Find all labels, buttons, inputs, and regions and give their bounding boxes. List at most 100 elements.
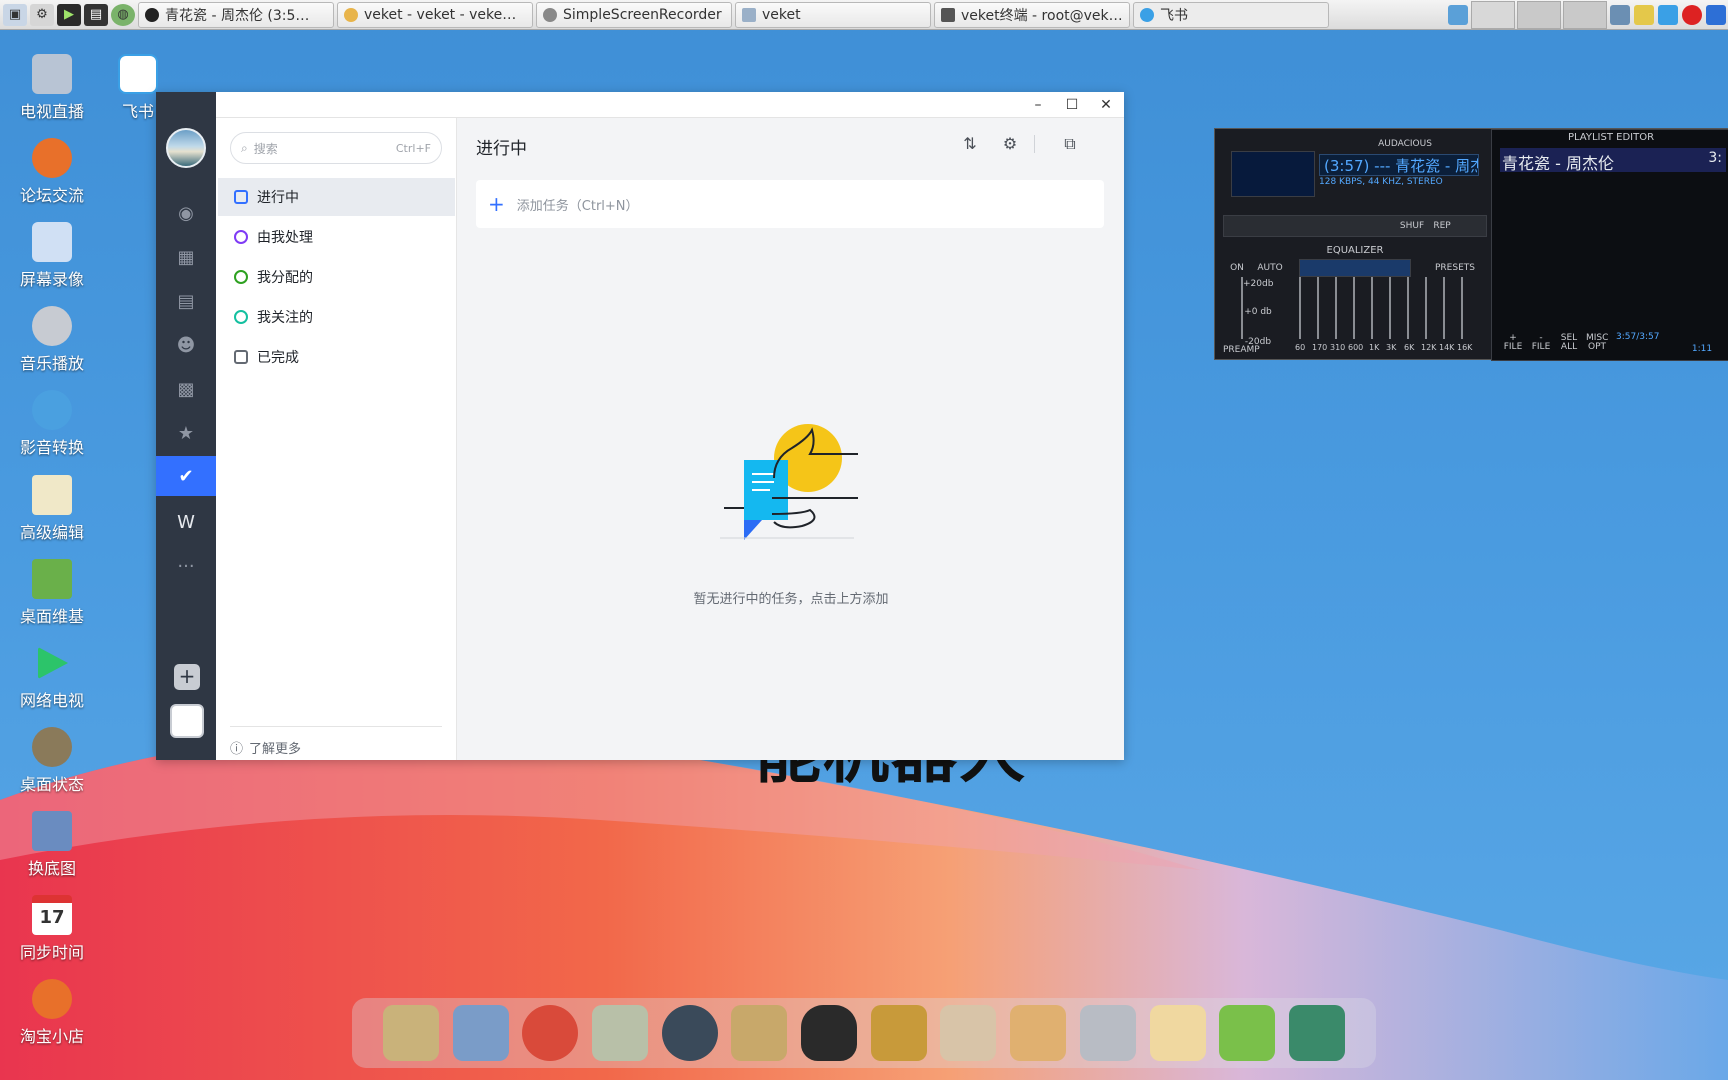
system-tray <box>1446 0 1728 30</box>
desktop-icon-forum[interactable]: 论坛交流 <box>7 138 97 206</box>
nav-item-following[interactable]: 我关注的 <box>218 298 455 336</box>
gear-icon[interactable]: ⚙ <box>998 132 1022 156</box>
workspace-pager-3[interactable] <box>1563 1 1607 29</box>
taskbar-task-feishu[interactable]: 飞书 <box>1133 1 1329 28</box>
desktop-icon-editor[interactable]: 高级编辑 <box>7 475 97 543</box>
chat-icon[interactable]: ◉ <box>156 193 216 233</box>
add-task-input[interactable]: + 添加任务（Ctrl+N） <box>476 180 1104 228</box>
taskbar-task-browser[interactable]: veket - veket - veke… <box>337 1 533 28</box>
desktop-icon-status[interactable]: 桌面状态 <box>7 727 97 795</box>
repeat-button[interactable]: REP <box>1427 221 1457 231</box>
eq-on-button[interactable]: ON <box>1227 263 1247 273</box>
workspace-pager-1[interactable] <box>1471 1 1515 29</box>
playlist-select-all-button[interactable]: SEL ALL <box>1558 334 1580 352</box>
eq-slider[interactable] <box>1371 277 1373 339</box>
taskbar-task-recorder[interactable]: SimpleScreenRecorder <box>536 1 732 28</box>
page-title: 进行中 <box>476 139 527 159</box>
usb-icon[interactable] <box>1079 1005 1136 1061</box>
playlist-item[interactable]: 青花瓷 - 周杰伦 <box>1502 150 1614 174</box>
eq-slider[interactable] <box>1443 277 1445 339</box>
hedgehog-icon[interactable] <box>522 1005 579 1061</box>
eq-slider[interactable] <box>1425 277 1427 339</box>
pen-icon[interactable] <box>591 1005 648 1061</box>
eq-slider[interactable] <box>1407 277 1409 339</box>
desktop-icon-wiki[interactable]: 桌面维基 <box>7 559 97 627</box>
search-input[interactable]: ⌕ 搜索 Ctrl+F <box>230 132 442 164</box>
task-label: veket <box>762 6 801 23</box>
penguin-icon[interactable] <box>801 1005 858 1061</box>
close-button[interactable]: ✕ <box>1096 95 1116 115</box>
desktop-icon-music[interactable]: 音乐播放 <box>7 306 97 374</box>
eq-slider[interactable] <box>1353 277 1355 339</box>
nav-item-assigned-to-me[interactable]: 由我处理 <box>218 218 455 256</box>
eq-slider[interactable] <box>1335 277 1337 339</box>
desktop-icon-sync-time[interactable]: 17 同步时间 <box>7 895 97 963</box>
chart-icon[interactable] <box>940 1005 997 1061</box>
nav-item-in-progress[interactable]: 进行中 <box>218 178 455 216</box>
taskbar-task-terminal[interactable]: veket终端 - root@vek… <box>934 1 1130 28</box>
veket-icon[interactable] <box>1149 1005 1206 1061</box>
contacts-icon[interactable]: ☻ <box>156 325 216 365</box>
taskbar-task-folder[interactable]: veket <box>735 1 931 28</box>
avatar[interactable] <box>166 128 206 168</box>
monitor-launcher-icon[interactable]: ▣ <box>3 3 27 26</box>
playlist-misc-button[interactable]: MISC OPT <box>1586 334 1608 352</box>
desktop-icon-screen-record[interactable]: 屏幕录像 <box>7 222 97 290</box>
docs-icon[interactable]: ▤ <box>156 281 216 321</box>
desktop-icon-convert[interactable]: 影音转换 <box>7 390 97 458</box>
taskbar-task-music[interactable]: 青花瓷 - 周杰伦 (3:5… <box>138 1 334 28</box>
eq-slider[interactable] <box>1317 277 1319 339</box>
sort-icon[interactable]: ⇅ <box>958 132 982 156</box>
nav-item-completed[interactable]: 已完成 <box>218 338 455 376</box>
feishu-icon <box>1140 7 1154 22</box>
monitor-icon[interactable] <box>452 1005 509 1061</box>
workspace-pager-2[interactable] <box>1517 1 1561 29</box>
workplace-icon[interactable]: ▩ <box>156 369 216 409</box>
add-app-button[interactable]: + <box>174 664 200 690</box>
playlist-remove-file-button[interactable]: - FILE <box>1530 334 1552 352</box>
blue-app-icon[interactable] <box>1706 5 1726 25</box>
folder-icon[interactable] <box>382 1005 439 1061</box>
desktop-icon-tv[interactable]: 电视直播 <box>7 54 97 122</box>
star-icon[interactable]: ★ <box>156 413 216 453</box>
help-icon[interactable] <box>1219 1005 1276 1061</box>
shuffle-button[interactable]: SHUF <box>1397 221 1427 231</box>
person-arrow-icon <box>234 270 248 284</box>
playlist-add-file-button[interactable]: + FILE <box>1502 334 1524 352</box>
calendar-icon[interactable]: ▦ <box>156 237 216 277</box>
terminal-launcher-icon[interactable]: ▤ <box>84 3 108 26</box>
eq-band-label: 1K <box>1369 343 1380 352</box>
settings-launcher-icon[interactable]: ⚙ <box>30 3 54 26</box>
minimize-button[interactable]: – <box>1028 95 1048 115</box>
signal-icon[interactable] <box>1610 5 1630 25</box>
globe-launcher-icon[interactable]: ◍ <box>111 3 135 26</box>
maximize-button[interactable]: ☐ <box>1062 95 1082 115</box>
desktop-icon-wallpaper[interactable]: 换底图 <box>7 811 97 879</box>
popout-window-icon[interactable]: ⧉ <box>1058 132 1082 156</box>
feishu-tray-icon[interactable] <box>1658 5 1678 25</box>
music-player-icon[interactable] <box>661 1005 718 1061</box>
battery-icon[interactable] <box>1634 5 1654 25</box>
preamp-slider[interactable] <box>1241 277 1243 339</box>
learn-more-link[interactable]: ⓘ 了解更多 <box>230 738 301 757</box>
desktop-icon-taobao[interactable]: 淘宝小店 <box>7 979 97 1047</box>
eq-slider[interactable] <box>1389 277 1391 339</box>
nav-item-assigned-by-me[interactable]: 我分配的 <box>218 258 455 296</box>
eq-auto-button[interactable]: AUTO <box>1255 263 1285 273</box>
wiki-icon[interactable]: W <box>156 502 216 542</box>
paint-icon[interactable] <box>1010 1005 1067 1061</box>
preamp-label: PREAMP <box>1223 345 1260 355</box>
play-launcher-icon[interactable]: ▶ <box>57 3 81 26</box>
more-icon[interactable]: ··· <box>156 546 216 586</box>
users-icon[interactable] <box>731 1005 788 1061</box>
tasks-icon[interactable]: ✔ <box>156 456 216 496</box>
camera-icon[interactable] <box>1288 1005 1345 1061</box>
eq-slider[interactable] <box>1461 277 1463 339</box>
eq-slider[interactable] <box>1299 277 1301 339</box>
notebook-icon[interactable] <box>870 1005 927 1061</box>
eq-presets-button[interactable]: PRESETS <box>1433 263 1477 273</box>
network-icon[interactable] <box>1448 5 1468 25</box>
desktop-icon-net-tv[interactable]: 网络电视 <box>7 643 97 711</box>
feishu-app-icon[interactable] <box>170 704 204 738</box>
record-icon[interactable] <box>1682 5 1702 25</box>
